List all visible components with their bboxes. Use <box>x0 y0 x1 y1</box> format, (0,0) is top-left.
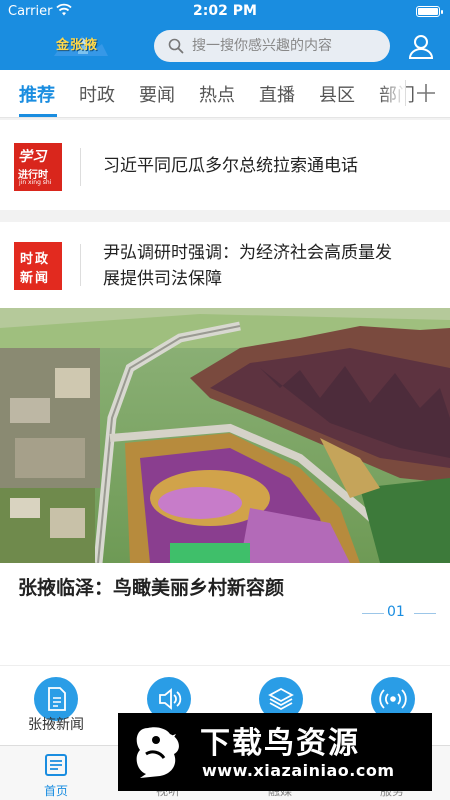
category-tabs: 推荐 时政 要闻 热点 直播 县区 部门 <box>0 70 450 118</box>
hero-banner-image[interactable] <box>0 308 450 563</box>
news-title[interactable]: 习近平同厄瓜多尔总统拉索通电话 <box>103 153 433 179</box>
header-bar: Carrier 2:02 PM 金张掖 <box>0 0 450 70</box>
tab-headlines[interactable]: 要闻 <box>139 81 175 107</box>
news-item[interactable]: 学习 进行时 jin xing shi 习近平同厄瓜多尔总统拉索通电话 <box>0 120 450 210</box>
watermark-overlay: 下载鸟资源 www.xiazainiao.com <box>118 713 432 791</box>
bird-logo-icon <box>126 720 190 784</box>
app-screen: Carrier 2:02 PM 金张掖 搜一搜你感兴趣的内容 推荐 时政 要闻 … <box>0 0 450 800</box>
tab-fade <box>380 76 406 110</box>
tab-live[interactable]: 直播 <box>259 81 295 107</box>
add-tab-button[interactable] <box>412 76 440 110</box>
page-number: 01 <box>387 604 405 620</box>
logo-text: 金张掖 <box>56 38 99 53</box>
news-item[interactable]: 时政 新闻 尹弘调研时强调：为经济社会高质量发 展提供司法保障 <box>0 222 450 308</box>
search-input[interactable] <box>192 34 382 58</box>
divider <box>80 244 81 286</box>
newspaper-icon <box>45 754 67 776</box>
watermark-url: www.xiazainiao.com <box>202 761 395 780</box>
divider <box>80 148 81 186</box>
tab-recommend[interactable]: 推荐 <box>19 81 55 107</box>
active-tab-indicator <box>19 114 57 117</box>
service-label: 张掖新闻 <box>28 717 84 733</box>
tab-politics[interactable]: 时政 <box>79 81 115 107</box>
battery-icon <box>416 6 443 17</box>
politics-badge-icon: 时政 新闻 <box>14 242 62 290</box>
page-indicator: 01 <box>362 603 438 623</box>
search-bar[interactable] <box>154 30 390 62</box>
clock: 2:02 PM <box>193 3 257 19</box>
hero-caption[interactable]: 张掖临泽：鸟瞰美丽乡村新容颜 <box>18 573 284 600</box>
watermark-title: 下载鸟资源 <box>200 726 360 761</box>
nav-label: 首页 <box>43 784 68 798</box>
tab-counties[interactable]: 县区 <box>319 81 355 107</box>
app-logo: 金张掖 <box>50 28 110 62</box>
user-icon[interactable] <box>406 32 436 62</box>
news-title[interactable]: 尹弘调研时强调：为经济社会高质量发 展提供司法保障 <box>103 240 433 292</box>
nav-home[interactable]: 首页 <box>0 746 112 800</box>
status-bar: Carrier 2:02 PM <box>0 0 450 24</box>
study-badge-icon: 学习 进行时 jin xing shi <box>14 143 62 191</box>
tab-divider <box>405 80 406 106</box>
plus-icon <box>417 84 435 102</box>
search-icon <box>168 38 184 58</box>
hero-caption-panel: 张掖临泽：鸟瞰美丽乡村新容颜 01 <box>0 563 450 665</box>
tab-hot[interactable]: 热点 <box>199 81 235 107</box>
